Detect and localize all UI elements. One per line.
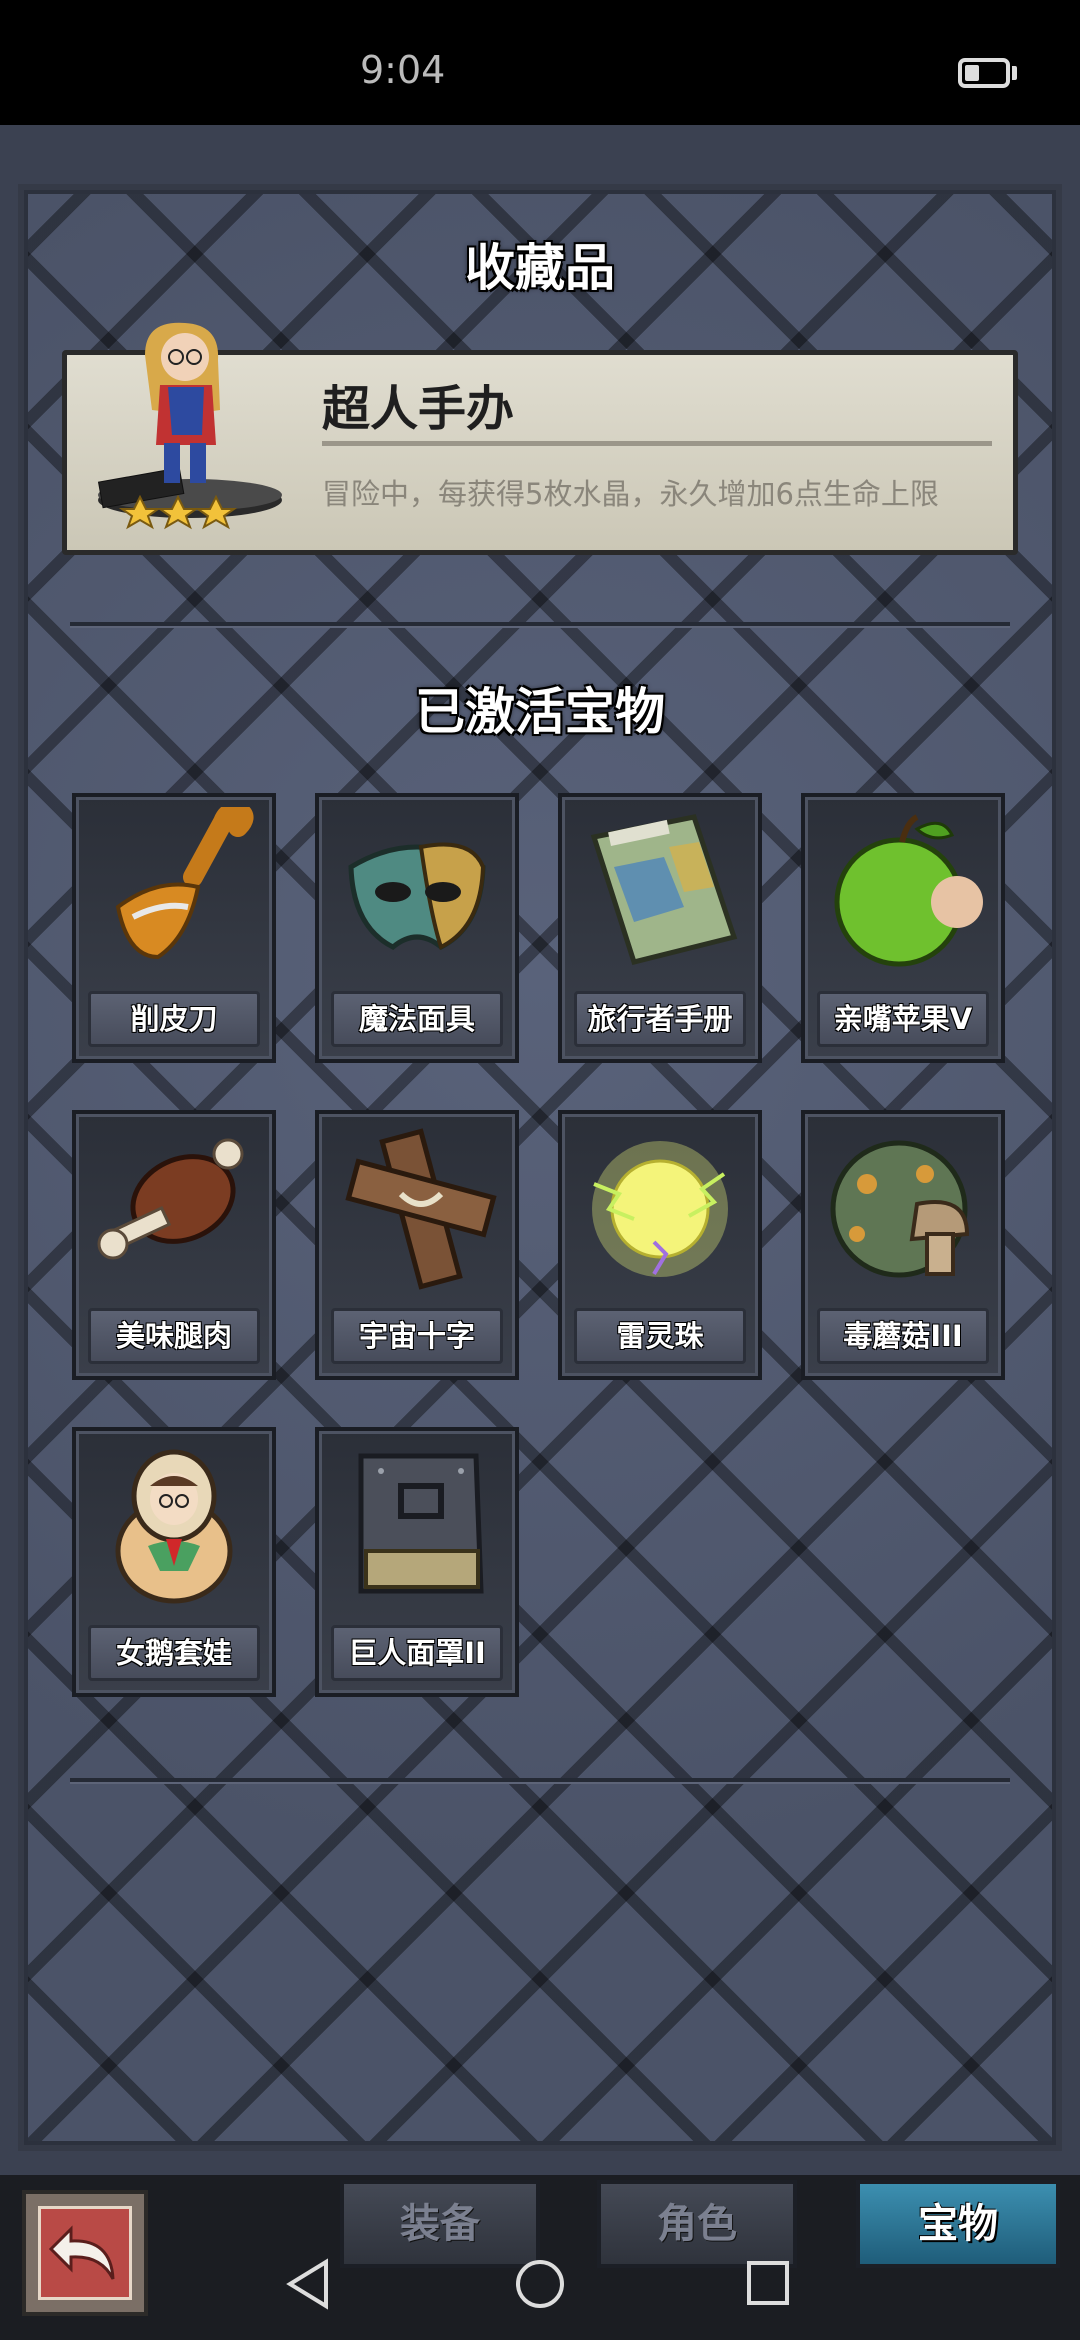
cross-icon — [345, 1128, 497, 1290]
treasures-title: 已激活宝物 — [415, 683, 665, 741]
treasure-item[interactable]: 毒蘑菇III — [801, 1110, 1005, 1380]
treasure-item[interactable]: 雷灵珠 — [558, 1110, 762, 1380]
treasure-label: 亲嘴苹果V — [817, 991, 989, 1047]
tab-equipment[interactable]: 装备 — [340, 2180, 540, 2268]
treasure-item[interactable]: 女鹅套娃 — [72, 1427, 276, 1697]
nav-recents-icon[interactable] — [746, 2258, 790, 2310]
treasure-label: 美味腿肉 — [88, 1308, 260, 1364]
treasure-label: 女鹅套娃 — [88, 1625, 260, 1681]
collectible-name: 超人手办 — [322, 381, 515, 437]
battery-icon — [958, 58, 1010, 88]
treasure-item[interactable]: 削皮刀 — [72, 793, 276, 1063]
treasure-item[interactable]: 魔法面具 — [315, 793, 519, 1063]
treasure-label: 巨人面罩II — [331, 1625, 503, 1681]
treasure-label: 魔法面具 — [331, 991, 503, 1047]
treasure-item[interactable]: 旅行者手册 — [558, 793, 762, 1063]
apple-icon — [834, 814, 983, 967]
section-divider — [70, 1778, 1010, 1782]
collectible-description: 冒险中，每获得5枚水晶，永久增加6点生命上限 — [322, 477, 939, 511]
battery-tip — [1012, 66, 1017, 80]
section-divider — [70, 622, 1010, 626]
treasure-item[interactable]: 亲嘴苹果V — [801, 793, 1005, 1063]
collection-title: 收藏品 — [465, 239, 615, 297]
treasure-label: 旅行者手册 — [574, 991, 746, 1047]
treasure-label: 宇宙十字 — [331, 1308, 503, 1364]
mushroom-icon — [830, 1140, 970, 1278]
status-bar: 9:04 — [0, 0, 1080, 125]
meat-icon — [97, 1138, 244, 1260]
back-button[interactable] — [22, 2190, 148, 2316]
tab-treasure[interactable]: 宝物 — [856, 2180, 1060, 2268]
status-time: 9:04 — [360, 48, 446, 92]
return-arrow-icon — [48, 2225, 115, 2280]
map-book-icon — [590, 814, 738, 965]
thunder-orb-icon — [592, 1141, 728, 1277]
card-divider — [322, 441, 992, 446]
nesting-doll-icon — [115, 1449, 233, 1604]
giant-mask-icon — [358, 1453, 484, 1594]
nav-home-icon[interactable] — [514, 2258, 566, 2310]
treasure-item[interactable]: 巨人面罩II — [315, 1427, 519, 1697]
treasure-item[interactable]: 宇宙十字 — [315, 1110, 519, 1380]
treasure-label: 毒蘑菇III — [817, 1308, 989, 1364]
treasure-label: 雷灵珠 — [574, 1308, 746, 1364]
tab-character[interactable]: 角色 — [597, 2180, 797, 2268]
figurine-icon — [97, 322, 282, 530]
mask-icon — [348, 842, 486, 950]
treasure-label: 削皮刀 — [88, 991, 260, 1047]
treasure-item[interactable]: 美味腿肉 — [72, 1110, 276, 1380]
peeler-icon — [115, 807, 254, 960]
nav-back-icon[interactable] — [286, 2258, 330, 2310]
